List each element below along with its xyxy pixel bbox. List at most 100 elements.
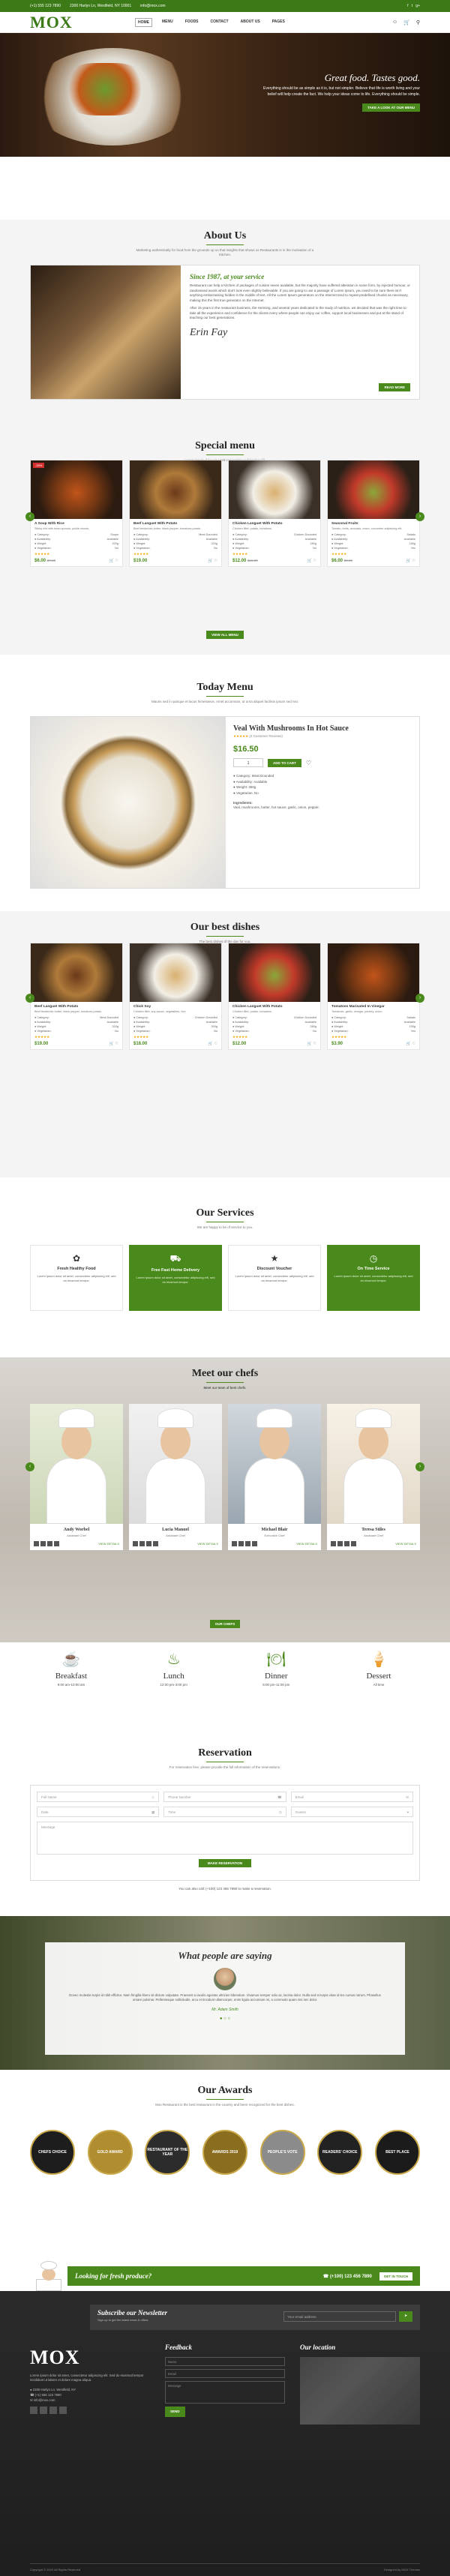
chef-social-icons[interactable]: [331, 1541, 356, 1546]
dish-card[interactable]: Seasonal Fruits Tomato, fruits, avocado, …: [327, 460, 420, 568]
date-field[interactable]: Date ▦: [37, 1807, 160, 1817]
dish-card[interactable]: Tomatoes Marinated In Vinegar Tomatoes, g…: [327, 943, 420, 1051]
view-all-menu-button[interactable]: VIEW ALL MENU: [206, 631, 244, 639]
next-arrow[interactable]: ›: [416, 512, 424, 521]
dish-name[interactable]: A Soup With Rice: [34, 522, 118, 526]
dish-name[interactable]: Beef Languet With Potato: [134, 522, 218, 526]
feedback-send-button[interactable]: SEND: [165, 2407, 185, 2417]
carousel-dots[interactable]: ● ○ ○: [68, 2017, 382, 2021]
nav-menu[interactable]: MENU: [160, 18, 176, 27]
logo[interactable]: MOX: [30, 13, 135, 32]
feedback-name-input[interactable]: Name: [165, 2357, 285, 2367]
best-prev-arrow[interactable]: ‹: [26, 994, 34, 1003]
dish-name[interactable]: Chick Soy: [134, 1005, 218, 1009]
dish-image[interactable]: [328, 460, 419, 519]
dish-card[interactable]: -25% A Soup With Rice Sticky rice with bea…: [30, 460, 123, 568]
service-box[interactable]: ★ Discount Voucher Lorem ipsum dolor sit a…: [228, 1245, 321, 1311]
chef-card[interactable]: Andy Worbel Assistant Chef VIEW DETAILS: [30, 1404, 123, 1550]
dish-card[interactable]: Chicken Languet With Potato Chicken fille…: [228, 943, 321, 1051]
time-field[interactable]: Time ◷: [164, 1807, 286, 1817]
heart-icon[interactable]: ♡: [116, 1042, 118, 1046]
nav-home[interactable]: HOME: [135, 17, 152, 27]
chef-card[interactable]: Michael Blair Executive Chef VIEW DETAILS: [228, 1404, 321, 1550]
feedback-message-input[interactable]: Message: [165, 2381, 285, 2404]
chef-name[interactable]: Teresa Stiles: [331, 1528, 416, 1532]
cart-icon[interactable]: 🛒: [208, 559, 213, 563]
phone-field[interactable]: Phone Number ☎: [164, 1792, 286, 1802]
footer-logo[interactable]: MOX: [30, 2342, 150, 2374]
dish-card[interactable]: Chick Soy Chicken fillet, soy sauce, vege…: [129, 943, 222, 1051]
dish-name[interactable]: Tomatoes Marinated In Vinegar: [332, 1005, 416, 1009]
message-field[interactable]: Message: [37, 1822, 413, 1855]
service-box[interactable]: ✿ Fresh Healthy Food Lorem ipsum dolor sit…: [30, 1245, 123, 1311]
heart-icon[interactable]: ♡: [116, 559, 118, 563]
cart-icon[interactable]: 🛒: [308, 1042, 312, 1046]
newsletter-email-input[interactable]: Your email address: [284, 2311, 397, 2322]
cart-icon[interactable]: 🛒: [110, 559, 114, 563]
dish-image[interactable]: [130, 460, 221, 519]
heart-icon[interactable]: ♡: [314, 1042, 316, 1046]
cart-icon[interactable]: 🛒: [308, 559, 312, 563]
cart-icon[interactable]: 🛒: [406, 1042, 411, 1046]
subscribe-button[interactable]: ➤: [399, 2311, 412, 2322]
heart-icon[interactable]: ♡: [412, 1042, 416, 1046]
dish-name[interactable]: Chicken Languet With Potato: [232, 1005, 316, 1009]
nav-contact[interactable]: CONTACT: [208, 18, 231, 27]
heart-icon[interactable]: ♡: [314, 559, 316, 563]
chef-social-icons[interactable]: [34, 1541, 59, 1546]
dish-name[interactable]: Seasonal Fruits: [332, 522, 416, 526]
dish-image[interactable]: [130, 943, 221, 1002]
dish-image[interactable]: -25%: [31, 460, 122, 519]
nav-pages[interactable]: PAGES: [270, 18, 287, 27]
user-icon[interactable]: ☺: [392, 19, 398, 25]
chef-name[interactable]: Lucia Manuel: [133, 1528, 218, 1532]
location-map[interactable]: [300, 2357, 420, 2425]
service-box[interactable]: ◷ On Time Service Lorem ipsum dolor sit am…: [327, 1245, 420, 1311]
chef-prev-arrow[interactable]: ‹: [26, 1462, 34, 1471]
make-reservation-button[interactable]: MAKE RESERVATION: [199, 1859, 251, 1867]
service-box[interactable]: ⛟ Free Fast Home Delivery Lorem ipsum dolo…: [129, 1245, 222, 1311]
chef-name[interactable]: Andy Worbel: [34, 1528, 119, 1532]
name-field[interactable]: Full Name ☺: [37, 1792, 160, 1802]
heart-icon[interactable]: ♡: [214, 1042, 218, 1046]
view-details-link[interactable]: VIEW DETAILS: [98, 1542, 119, 1546]
prev-arrow[interactable]: ‹: [26, 512, 34, 521]
dish-image[interactable]: [229, 943, 320, 1002]
chef-social-icons[interactable]: [232, 1541, 257, 1546]
dish-name[interactable]: Chicken Languet With Potato: [232, 522, 316, 526]
dish-card[interactable]: Chicken Languet With Potato Chicken fille…: [228, 460, 321, 568]
quantity-stepper[interactable]: 1: [233, 758, 263, 767]
heart-icon[interactable]: ♡: [412, 559, 416, 563]
view-details-link[interactable]: VIEW DETAILS: [395, 1542, 416, 1546]
dish-name[interactable]: Beef Languet With Potato: [34, 1005, 118, 1009]
email-field[interactable]: Email ✉: [290, 1792, 413, 1802]
our-chefs-button[interactable]: OUR CHEFS: [209, 1620, 241, 1628]
chef-social-icons[interactable]: [133, 1541, 158, 1546]
dish-image[interactable]: [31, 943, 122, 1002]
heart-icon[interactable]: ♡: [214, 559, 218, 563]
chef-name[interactable]: Michael Blair: [232, 1528, 317, 1532]
add-to-cart-button[interactable]: ADD TO CART: [268, 758, 302, 767]
nav-foods[interactable]: FOODS: [183, 18, 201, 27]
footer-social-icons[interactable]: [30, 2406, 150, 2414]
wishlist-icon[interactable]: ♡: [306, 760, 311, 766]
guests-field[interactable]: Guests ▾: [290, 1807, 413, 1817]
chef-card[interactable]: Lucia Manuel Assistant Chef VIEW DETAILS: [129, 1404, 222, 1550]
dish-image[interactable]: [229, 460, 320, 519]
dish-card[interactable]: Beef Languet With Potato Beef tenderloin …: [30, 943, 123, 1051]
chef-next-arrow[interactable]: ›: [416, 1462, 424, 1471]
view-details-link[interactable]: VIEW DETAILS: [197, 1542, 218, 1546]
get-in-touch-button[interactable]: GET IN TOUCH: [379, 2272, 412, 2281]
dish-image[interactable]: [328, 943, 419, 1002]
dish-card[interactable]: Beef Languet With Potato Beef tenderloin …: [129, 460, 222, 568]
nav-about[interactable]: ABOUT US: [238, 18, 262, 27]
cart-icon[interactable]: 🛒: [110, 1042, 114, 1046]
cart-icon[interactable]: 🛒: [404, 19, 410, 25]
feedback-email-input[interactable]: Email: [165, 2369, 285, 2379]
view-details-link[interactable]: VIEW DETAILS: [296, 1542, 317, 1546]
best-next-arrow[interactable]: ›: [416, 994, 424, 1003]
read-more-button[interactable]: READ MORE: [379, 383, 410, 391]
cart-icon[interactable]: 🛒: [406, 559, 411, 563]
chef-card[interactable]: Teresa Stiles Assistant Chef VIEW DETAILS: [327, 1404, 420, 1550]
cart-icon[interactable]: 🛒: [208, 1042, 213, 1046]
